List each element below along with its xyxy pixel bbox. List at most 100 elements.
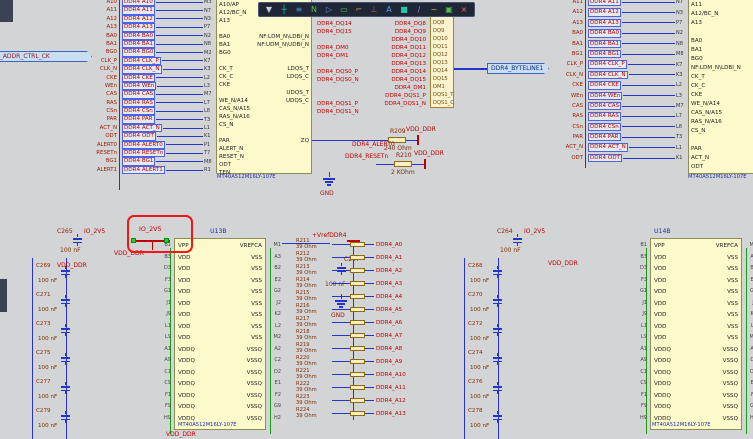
resistor[interactable] — [350, 320, 365, 325]
net-label[interactable]: DDR4 BA1 — [588, 40, 621, 48]
wire-tool-icon[interactable]: ┼ — [277, 4, 291, 16]
net-name[interactable]: A12 — [96, 15, 117, 23]
ddr4-power-ic-body[interactable]: VPP VREFCA VDD VSS VDD VSS VDD VSS VDD V… — [650, 238, 742, 430]
capacitor[interactable]: C279 100 nF — [34, 407, 98, 436]
net-label[interactable]: DDR4 A12 — [122, 15, 155, 23]
net-label[interactable]: DDR4 CAS — [588, 102, 621, 110]
net-name[interactable]: BA0 — [96, 32, 117, 40]
net-name[interactable]: WEn — [96, 82, 117, 90]
net-label[interactable]: DDR4 ODT — [122, 132, 156, 140]
net-label[interactable]: DDR4 ALERT0 — [122, 141, 165, 149]
net-label[interactable]: DDR4_A10 — [376, 372, 406, 378]
net-label[interactable]: DDR4_A12 — [376, 398, 406, 404]
byteline-port[interactable]: DDR4_BYTELINE1 — [487, 63, 549, 74]
harness-bus-wire[interactable] — [454, 68, 487, 70]
net-label[interactable]: DDR4_DQ15 — [317, 28, 373, 36]
net-label[interactable]: DDR4 PAR — [588, 133, 621, 141]
net-name[interactable]: BG0 — [96, 48, 117, 56]
resistor[interactable] — [394, 161, 412, 167]
ddr4-ic-body[interactable]: A10/APA12/BC_NA13BA0BA1BG0CK_TCK_CCKEWE_… — [216, 0, 312, 174]
net-label[interactable]: DDR4 ACT_N — [588, 143, 628, 151]
net-name[interactable]: CLK_P — [96, 57, 117, 65]
resistor[interactable] — [350, 294, 365, 299]
net-label[interactable]: DDR4_DQ14 — [378, 68, 426, 76]
net-label[interactable]: DDR4 BA1 — [122, 40, 155, 48]
net-name[interactable]: CSn — [560, 122, 583, 132]
rail-wire[interactable] — [464, 258, 465, 439]
ddr4-ic-body[interactable]: A11A12/BC_NA13BA0BA1BG0NF:LDM_N\LDBI_NCK… — [688, 0, 753, 174]
net-label[interactable] — [317, 92, 373, 100]
net-name[interactable]: BA1 — [96, 40, 117, 48]
net-label[interactable]: DDR4_DQS1_N — [378, 100, 426, 108]
net-label[interactable]: DDR4 BG1 — [122, 157, 155, 165]
net-name[interactable]: CAS — [560, 101, 583, 111]
net-label[interactable]: DDR4_ALERT0 — [352, 142, 395, 148]
net-label[interactable]: DDR4_A6 — [376, 320, 402, 326]
net-name[interactable]: A11 — [96, 6, 117, 14]
net-label[interactable]: DDR4 BG1 — [588, 50, 621, 58]
capacitor[interactable]: C272 100 nF — [466, 320, 530, 349]
net-label[interactable]: DDR4 CAS — [122, 90, 155, 98]
net-label[interactable]: DDR4_A4 — [376, 294, 402, 300]
net-label[interactable]: DDR4 ALERT1 — [122, 166, 165, 174]
net-label[interactable]: DDR4 WEn — [588, 92, 622, 100]
net-name[interactable]: PAR — [560, 132, 583, 142]
net-label[interactable]: DDR4 CLK_N — [588, 71, 628, 79]
net-label[interactable]: DDR4_DQS0_N — [317, 76, 373, 84]
net-label[interactable]: DDR4_DQ10 — [378, 36, 426, 44]
net-label[interactable]: DDR4 BA0 — [122, 32, 155, 40]
resistor[interactable] — [350, 307, 365, 312]
power-net-label[interactable]: VDD_DDR — [166, 432, 196, 438]
net-name[interactable]: CKE — [96, 74, 117, 82]
resistor[interactable] — [350, 333, 365, 338]
resistor[interactable] — [350, 385, 365, 390]
text-tool-icon[interactable]: A — [382, 4, 396, 16]
net-name[interactable]: CSn — [96, 107, 117, 115]
capacitor[interactable]: C270 100 nF — [466, 291, 530, 320]
cursor-tool-icon[interactable]: ▼ — [262, 4, 276, 16]
net-name[interactable]: CKE — [560, 80, 583, 90]
net-name[interactable]: ALERT1 — [96, 166, 117, 174]
net-label[interactable]: DDR4_DQ14 — [317, 20, 373, 28]
panel-edge-tab[interactable] — [0, 279, 7, 312]
net-name[interactable]: BA0 — [560, 28, 583, 38]
capacitor-icon[interactable] — [512, 234, 523, 246]
net-label[interactable]: DDR4_A7 — [376, 333, 402, 339]
power-net-label[interactable]: IO_2V5 — [84, 229, 105, 235]
close-toolbar-icon[interactable]: × — [457, 4, 471, 16]
net-name[interactable]: ACT_N — [560, 142, 583, 152]
ddr4-power-ic-body[interactable]: VPP VREFCA VDD VSS VDD VSS VDD VSS VDD V… — [174, 238, 266, 430]
capacitor[interactable]: C269 100 nF — [34, 262, 98, 291]
net-label[interactable]: DDR4 RAS — [588, 112, 621, 120]
net-label[interactable]: DDR4 WEn — [122, 82, 156, 90]
resistor[interactable] — [350, 242, 365, 247]
net-label[interactable]: DDR4_DM1 — [378, 84, 426, 92]
net-name[interactable]: ACT_N — [96, 124, 117, 132]
net-label[interactable]: DDR4_DQS1_N — [317, 108, 373, 116]
net-name[interactable]: WEn — [560, 91, 583, 101]
part-tool-icon[interactable]: ⌐ — [352, 4, 366, 16]
resistor[interactable] — [350, 346, 365, 351]
net-label[interactable]: DDR4_DQS1_P — [378, 92, 426, 100]
net-label[interactable]: DDR4 CLK_P — [122, 57, 161, 65]
net-label[interactable]: DDR4 PAR — [122, 115, 155, 123]
address-bus-wire[interactable] — [585, 0, 586, 168]
net-label[interactable]: DDR4_A11 — [376, 385, 406, 391]
net-label[interactable]: DDR4 A11 — [588, 0, 621, 6]
net-name[interactable]: CAS — [96, 90, 117, 98]
rail-wire[interactable] — [32, 258, 33, 439]
net-label[interactable]: DDR4 BG0 — [122, 48, 155, 56]
net-name[interactable]: RAS — [96, 99, 117, 107]
net-label[interactable]: DDR4_DQS1_P — [317, 100, 373, 108]
capacitor[interactable]: C278 100 nF — [466, 407, 530, 436]
net-name[interactable]: RESETn — [96, 149, 117, 157]
net-name[interactable]: CLK_N — [560, 70, 583, 80]
net-label[interactable] — [317, 60, 373, 68]
net-name[interactable]: BG1 — [96, 157, 117, 165]
resistor[interactable] — [350, 281, 365, 286]
net-label[interactable]: DDR4_A5 — [376, 307, 402, 313]
net-label[interactable]: DDR4 RAS — [122, 99, 155, 107]
net-name[interactable]: A11 — [560, 0, 583, 7]
port-tool-icon[interactable]: ▷ — [322, 4, 336, 16]
net-label[interactable]: DDR4_DQS0_P — [317, 68, 373, 76]
